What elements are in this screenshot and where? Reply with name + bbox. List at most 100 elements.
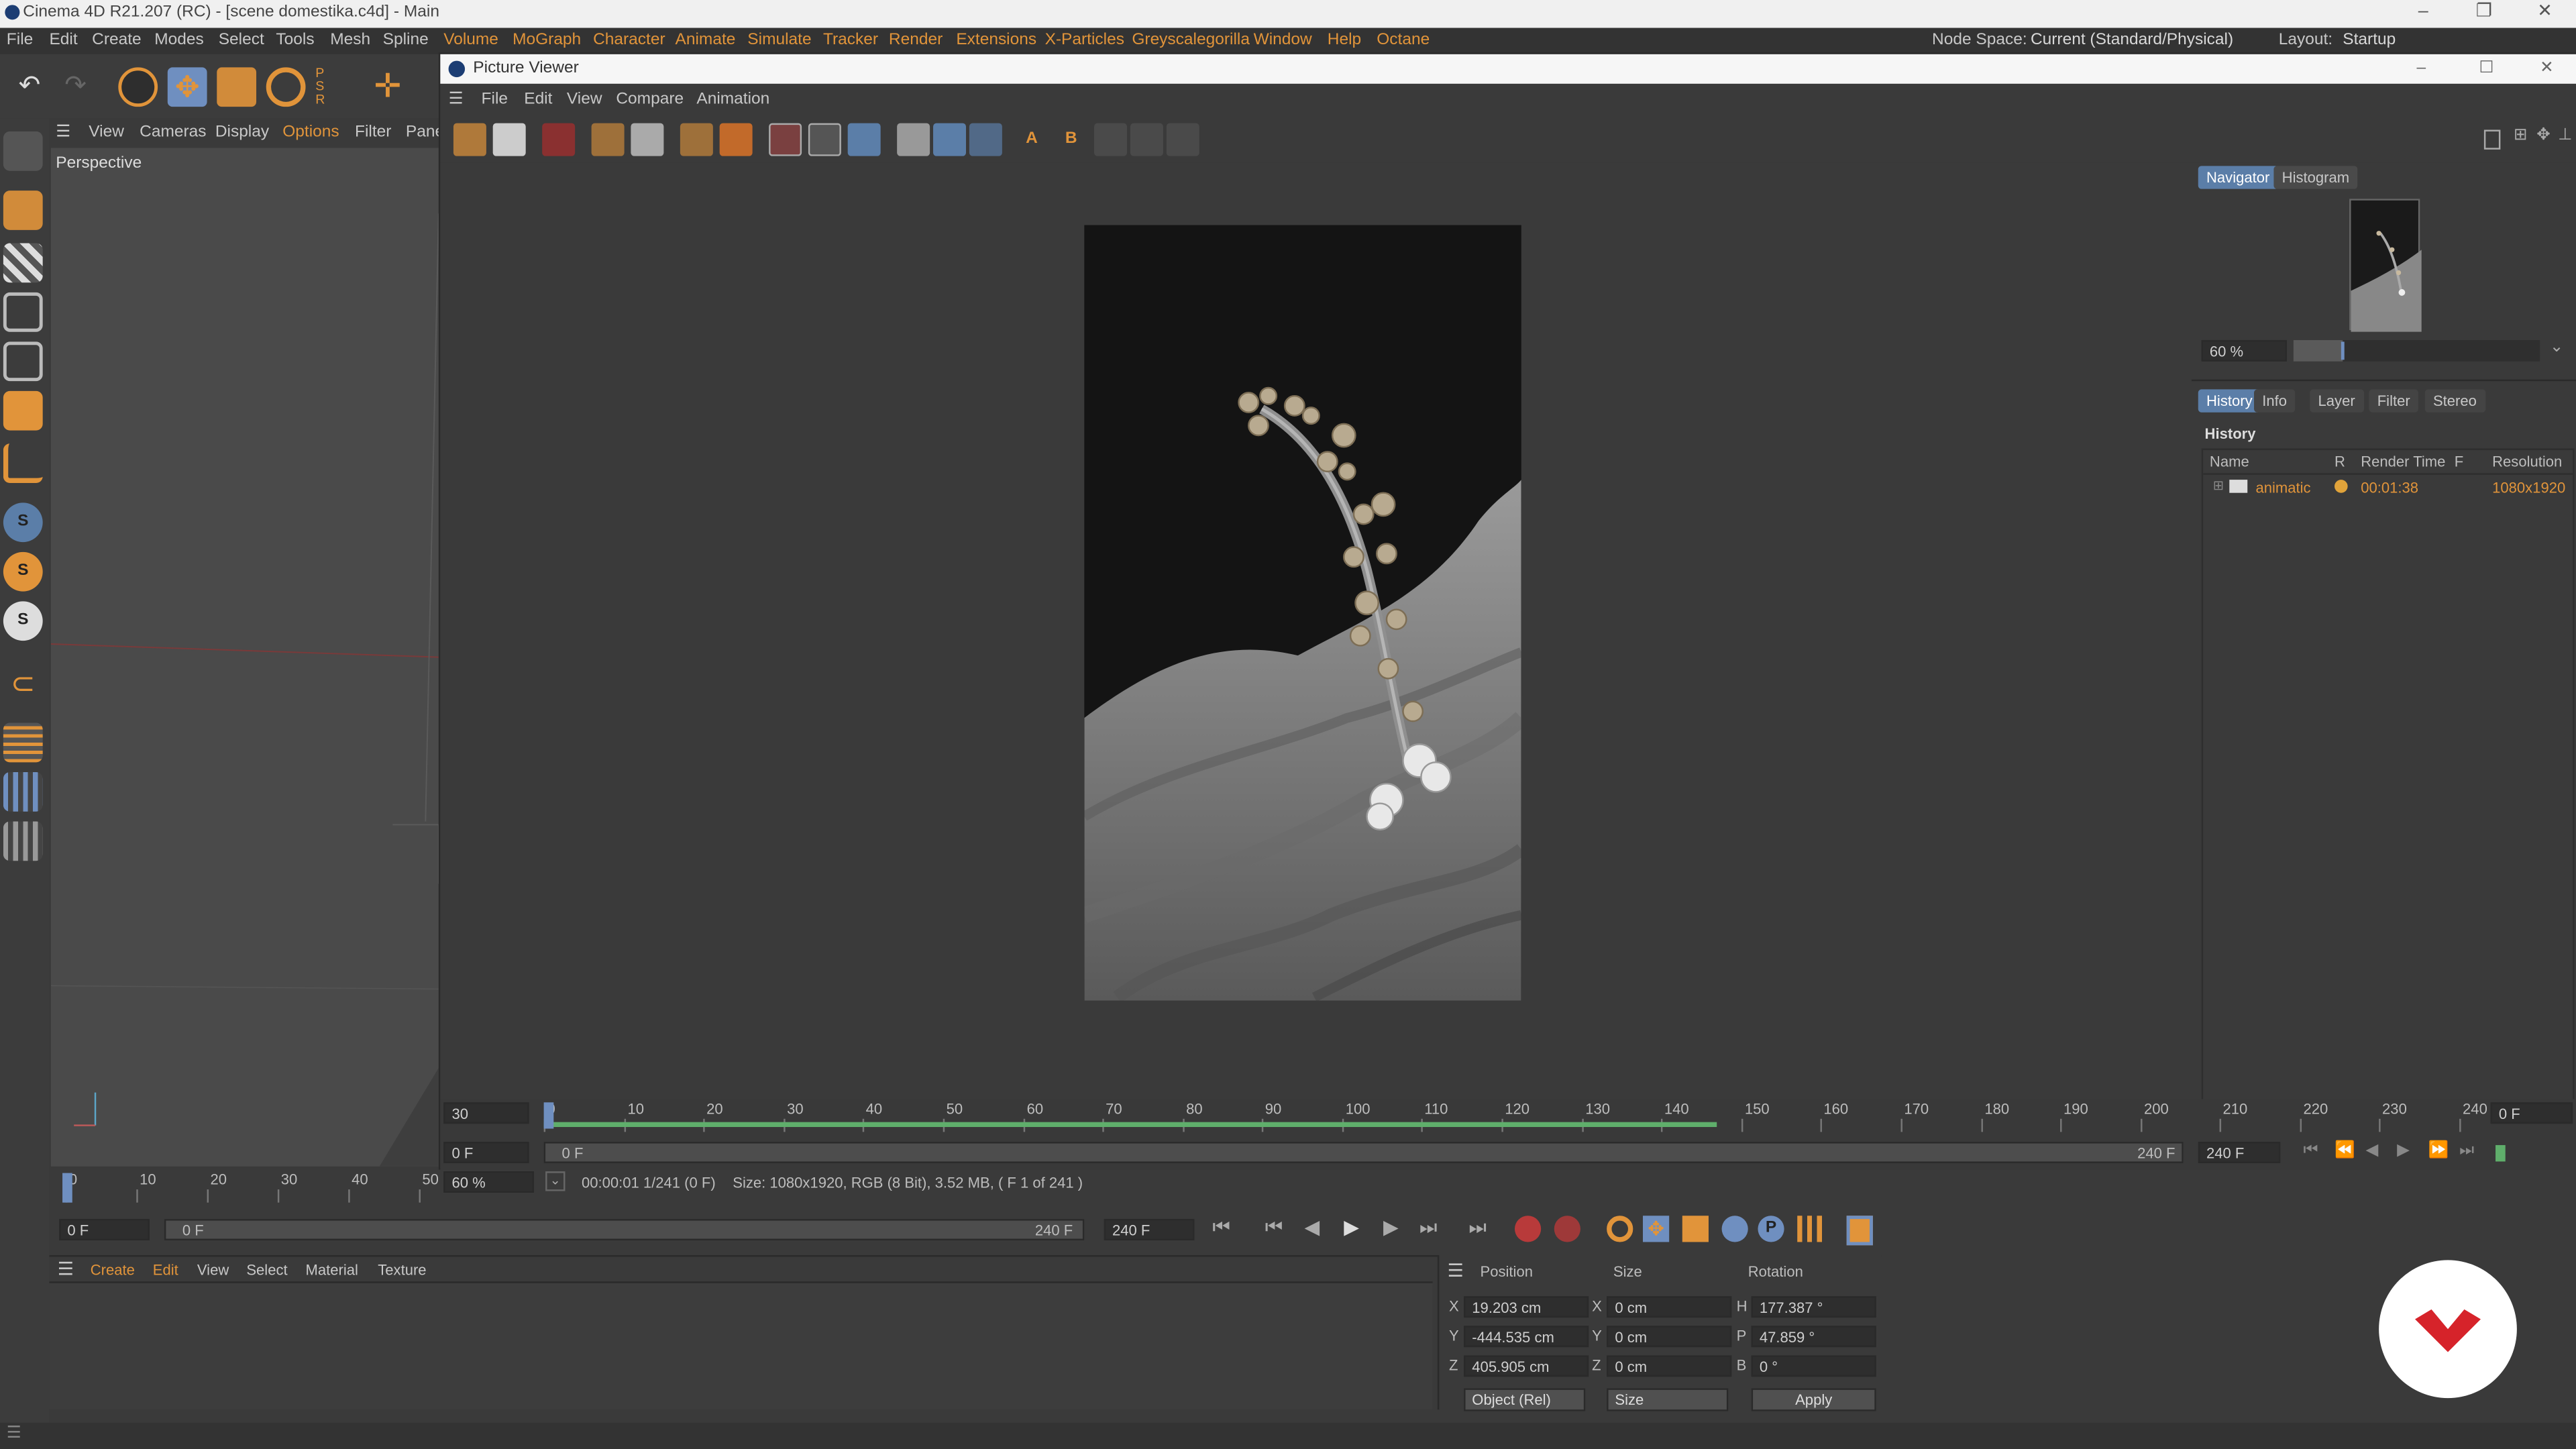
render-canvas[interactable] bbox=[440, 162, 2192, 1099]
workplane-icon[interactable] bbox=[3, 722, 43, 763]
menu-edit[interactable]: Edit bbox=[49, 28, 77, 54]
rgb-channel-icon[interactable] bbox=[769, 123, 802, 156]
rot-b-field[interactable]: 0 ° bbox=[1751, 1355, 1876, 1377]
perspective-viewport[interactable]: Perspective bbox=[50, 148, 439, 1167]
start-frame-field[interactable]: 0 F bbox=[443, 1142, 529, 1163]
panel-toggle-icon[interactable] bbox=[2483, 129, 2501, 150]
size-x-field[interactable]: 0 cm bbox=[1607, 1296, 1732, 1318]
expand-icon[interactable]: ⊞ bbox=[2514, 127, 2528, 145]
snapshot-icon[interactable] bbox=[680, 123, 713, 156]
main-start-field[interactable]: 0 F bbox=[59, 1219, 150, 1240]
ab-compare-icon[interactable] bbox=[897, 123, 930, 156]
main-end-field[interactable]: 240 F bbox=[1104, 1219, 1195, 1240]
size-y-field[interactable]: 0 cm bbox=[1607, 1326, 1732, 1348]
menu-simulate[interactable]: Simulate bbox=[747, 28, 811, 54]
material-menu-view[interactable]: View bbox=[197, 1262, 229, 1278]
key-scale-icon[interactable] bbox=[1682, 1216, 1709, 1242]
menu-file[interactable]: File bbox=[7, 28, 33, 54]
expand-icon[interactable]: ⊞ bbox=[2213, 478, 2224, 493]
alpha-channel-icon[interactable] bbox=[808, 123, 841, 156]
col-resolution[interactable]: Resolution bbox=[2492, 453, 2562, 470]
set-a-icon[interactable]: A bbox=[1015, 123, 1048, 156]
viewport-menu-icon[interactable]: ☰ bbox=[56, 118, 70, 148]
material-menu-create[interactable]: Create bbox=[91, 1262, 135, 1278]
solo-off-icon[interactable]: S bbox=[3, 601, 43, 641]
viewport-menu-view[interactable]: View bbox=[89, 118, 124, 148]
pv-maximize-icon[interactable]: ☐ bbox=[2479, 54, 2494, 84]
go-end-icon[interactable]: ⏭ bbox=[2459, 1142, 2474, 1160]
key-parameter-icon[interactable]: P bbox=[1758, 1216, 1784, 1242]
tab-stereo[interactable]: Stereo bbox=[2424, 389, 2485, 413]
autokey-icon[interactable] bbox=[1554, 1216, 1580, 1242]
current-frame-field[interactable]: 0 F bbox=[2490, 1102, 2573, 1124]
pv-close-icon[interactable]: ✕ bbox=[2540, 54, 2554, 84]
grid-icon[interactable] bbox=[3, 772, 43, 812]
model-mode-icon[interactable] bbox=[3, 191, 43, 230]
main-playhead[interactable] bbox=[62, 1173, 72, 1203]
solo-icon[interactable]: S bbox=[3, 502, 43, 543]
zoom-dropdown-icon[interactable]: ⌄ bbox=[2550, 338, 2564, 356]
next-frame-icon[interactable]: ▶ bbox=[1383, 1216, 1399, 1238]
pv-menu-view[interactable]: View bbox=[567, 84, 602, 117]
sync-icon[interactable] bbox=[1166, 123, 1199, 156]
menu-select[interactable]: Select bbox=[219, 28, 264, 54]
prev-key-icon[interactable]: ⏮ bbox=[1265, 1216, 1283, 1240]
viewport-menu-options[interactable]: Options bbox=[282, 118, 339, 148]
viewport-menu-display[interactable]: Display bbox=[215, 118, 269, 148]
zoom-slider[interactable] bbox=[2293, 339, 2540, 362]
coords-mode-dropdown[interactable]: Object (Rel) bbox=[1464, 1388, 1586, 1411]
material-menu-edit[interactable]: Edit bbox=[153, 1262, 178, 1278]
tab-filter[interactable]: Filter bbox=[2369, 389, 2418, 413]
node-space-dropdown[interactable]: Current (Standard/Physical) bbox=[2031, 28, 2233, 54]
coords-menu-icon[interactable]: ☰ bbox=[1448, 1260, 1464, 1281]
pos-y-field[interactable]: -444.535 cm bbox=[1464, 1326, 1589, 1348]
go-end-icon[interactable]: ⏭ bbox=[1468, 1216, 1486, 1240]
fps-field[interactable]: 30 bbox=[443, 1102, 529, 1124]
tab-histogram[interactable]: Histogram bbox=[2273, 166, 2358, 189]
difference-icon[interactable] bbox=[1130, 123, 1163, 156]
menu-spline[interactable]: Spline bbox=[383, 28, 429, 54]
history-row[interactable]: ⊞ animatic 00:01:38 1080x1920 bbox=[2203, 476, 2573, 498]
material-manager[interactable] bbox=[49, 1281, 1433, 1410]
menu-volume[interactable]: Volume bbox=[443, 28, 498, 54]
locked-workplane-icon[interactable] bbox=[3, 821, 43, 861]
next-key-icon[interactable]: ⏩ bbox=[2428, 1142, 2449, 1160]
copy-icon[interactable] bbox=[591, 123, 625, 156]
axis-mode-icon[interactable] bbox=[3, 443, 43, 484]
open-file-icon[interactable] bbox=[453, 123, 486, 156]
close-icon[interactable]: ✕ bbox=[2520, 0, 2569, 26]
apply-button[interactable]: Apply bbox=[1751, 1388, 1876, 1411]
scale-tool-icon[interactable] bbox=[217, 67, 257, 107]
coords-size-dropdown[interactable]: Size bbox=[1607, 1388, 1729, 1411]
menu-greyscalegorilla[interactable]: Greyscalegorilla bbox=[1132, 28, 1250, 54]
zoom-field[interactable]: 60 % bbox=[2201, 339, 2288, 362]
live-selection-icon[interactable] bbox=[118, 67, 158, 107]
menu-help[interactable]: Help bbox=[1328, 28, 1361, 54]
split-vertical-icon[interactable] bbox=[969, 123, 1002, 156]
fit-icon[interactable]: ✥ bbox=[2536, 127, 2551, 145]
solo-hierarchy-icon[interactable]: S bbox=[3, 551, 43, 592]
col-f[interactable]: F bbox=[2455, 453, 2463, 470]
pv-menu-animation[interactable]: Animation bbox=[696, 84, 769, 117]
menu-create[interactable]: Create bbox=[92, 28, 142, 54]
menu-mesh[interactable]: Mesh bbox=[330, 28, 370, 54]
restore-icon[interactable]: ❐ bbox=[2459, 0, 2508, 26]
zoom-dropdown-icon[interactable]: ⌄ bbox=[545, 1171, 566, 1191]
pv-menu-icon[interactable]: ☰ bbox=[449, 84, 464, 117]
pos-z-field[interactable]: 405.905 cm bbox=[1464, 1355, 1589, 1377]
pos-x-field[interactable]: 19.203 cm bbox=[1464, 1296, 1589, 1318]
go-start-icon[interactable]: ⏮ bbox=[1212, 1216, 1230, 1240]
search-icon[interactable] bbox=[631, 123, 664, 156]
menu-octane[interactable]: Octane bbox=[1377, 28, 1430, 54]
timeline-window-icon[interactable] bbox=[1846, 1216, 1873, 1246]
split-horizontal-icon[interactable] bbox=[933, 123, 967, 156]
menu-window[interactable]: Window bbox=[1254, 28, 1312, 54]
tab-layer[interactable]: Layer bbox=[2310, 389, 2363, 413]
tab-navigator[interactable]: Navigator bbox=[2198, 166, 2278, 189]
world-axis-icon[interactable]: ✛ bbox=[368, 67, 408, 107]
playhead[interactable] bbox=[543, 1102, 554, 1129]
play-icon[interactable]: ▶ bbox=[1344, 1216, 1359, 1238]
lock-icon[interactable]: ⊥ bbox=[2558, 127, 2572, 145]
material-menu-select[interactable]: Select bbox=[246, 1262, 287, 1278]
filter-channel-icon[interactable] bbox=[847, 123, 881, 156]
